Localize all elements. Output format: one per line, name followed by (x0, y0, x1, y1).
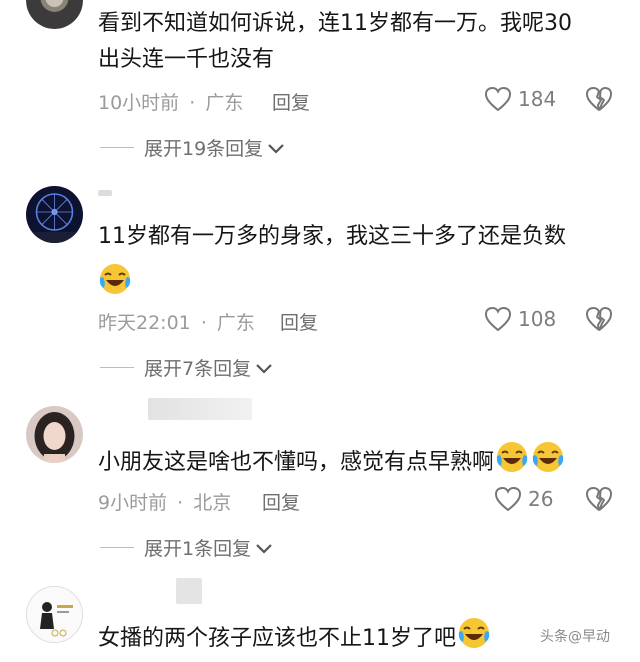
like-button[interactable]: 26 (494, 486, 553, 512)
chevron-down-icon (268, 143, 284, 154)
comment-text-content: 女播的两个孩子应该也不止11岁了吧 (98, 626, 456, 651)
comment-location: 广东 (216, 312, 255, 334)
comment-text: 11岁都有一万多的身家，我这三十多了还是负数 (98, 224, 566, 249)
comment-location: 北京 (193, 492, 232, 514)
comment-meta: 昨天22:01 · 广东 (98, 308, 255, 335)
comment-time: 昨天22:01 (98, 312, 191, 334)
like-button[interactable]: 184 (484, 86, 556, 112)
like-count: 26 (528, 487, 554, 511)
comment-text-content: 小朋友这是啥也不懂吗，感觉有点早熟啊 (98, 450, 495, 475)
comment-text: 女播的两个孩子应该也不止11岁了吧 (98, 616, 492, 662)
avatar[interactable] (26, 406, 83, 463)
comment-text: 出头连一千也没有 (98, 47, 275, 72)
avatar[interactable] (26, 186, 83, 243)
emoji-icon (494, 440, 530, 486)
broken-heart-icon (586, 487, 612, 511)
reply-button[interactable]: 回复 (272, 88, 310, 115)
comment-text: 看到不知道如何诉说，连11岁都有一万。我呢30 (98, 11, 572, 36)
expand-label: 展开19条回复 (144, 138, 264, 160)
expand-label: 展开7条回复 (144, 358, 252, 380)
avatar[interactable] (26, 586, 83, 643)
emoji-icon (97, 262, 133, 300)
username[interactable] (98, 190, 112, 196)
expand-replies[interactable]: 展开1条回复 (100, 534, 273, 561)
like-count: 108 (518, 307, 557, 331)
expand-replies[interactable]: 展开7条回复 (100, 354, 273, 381)
expand-replies[interactable]: 展开19条回复 (100, 134, 285, 161)
comment-time: 9小时前 (98, 492, 168, 514)
heart-outline-icon (484, 306, 512, 332)
broken-heart-icon (586, 307, 612, 331)
divider (100, 147, 134, 148)
heart-outline-icon (484, 86, 512, 112)
reply-button[interactable]: 回复 (262, 488, 300, 515)
reply-button[interactable]: 回复 (280, 308, 318, 335)
chevron-down-icon (256, 363, 272, 374)
divider (100, 547, 134, 548)
meta-separator: · (200, 312, 207, 334)
expand-label: 展开1条回复 (144, 538, 252, 560)
comment-text: 小朋友这是啥也不懂吗，感觉有点早熟啊 (98, 440, 566, 486)
emoji-icon (530, 440, 566, 486)
dislike-button[interactable] (585, 86, 613, 116)
dislike-button[interactable] (585, 486, 613, 516)
dislike-button[interactable] (585, 306, 613, 336)
meta-separator: · (177, 492, 184, 514)
divider (100, 367, 134, 368)
meta-separator: · (189, 92, 196, 114)
heart-outline-icon (494, 486, 522, 512)
like-button[interactable]: 108 (484, 306, 556, 332)
like-count: 184 (518, 87, 557, 111)
avatar[interactable] (26, 0, 83, 29)
comment-location: 广东 (205, 92, 244, 114)
username[interactable] (148, 398, 252, 420)
chevron-down-icon (256, 543, 272, 554)
emoji-icon (456, 616, 492, 662)
comment-meta: 9小时前 · 北京 (98, 488, 231, 515)
comment-meta: 10小时前 · 广东 (98, 88, 243, 115)
watermark-text: 头条@早动 (540, 629, 610, 645)
username[interactable] (176, 578, 202, 604)
broken-heart-icon (586, 87, 612, 111)
comment-time: 10小时前 (98, 92, 180, 114)
